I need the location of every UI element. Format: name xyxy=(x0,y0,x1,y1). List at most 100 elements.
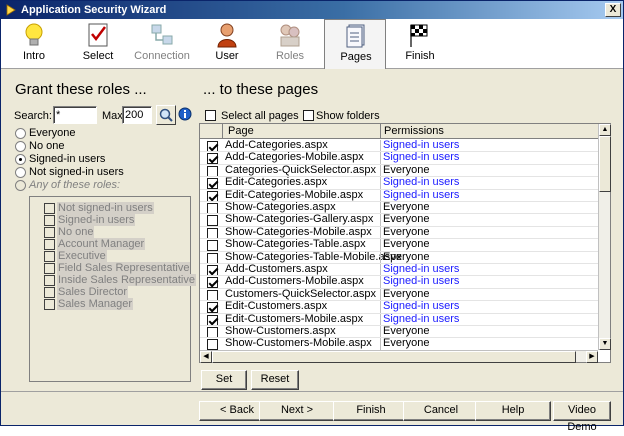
radio-button[interactable] xyxy=(15,167,26,178)
row-checkbox[interactable] xyxy=(207,153,218,165)
page-name-cell: Edit-Customers.aspx xyxy=(225,300,328,313)
row-checkbox[interactable] xyxy=(207,302,218,314)
permissions-cell[interactable]: Signed-in users xyxy=(383,275,459,287)
video-demo-button[interactable]: Video Demo xyxy=(553,401,611,433)
row-checkbox[interactable] xyxy=(207,165,218,177)
permissions-cell[interactable]: Everyone xyxy=(383,201,429,213)
page-name-cell: Show-Customers-Mobile.aspx xyxy=(225,337,372,350)
role-checkbox xyxy=(44,203,55,214)
role-label: Signed-in users xyxy=(57,214,136,226)
radio-button[interactable] xyxy=(15,141,26,152)
row-checkbox[interactable] xyxy=(207,227,218,239)
scroll-down-button[interactable]: ▼ xyxy=(599,338,611,350)
permissions-cell[interactable]: Everyone xyxy=(383,226,429,238)
role-label: Sales Director xyxy=(57,286,129,298)
step-label: User xyxy=(215,50,239,62)
step-label: Pages xyxy=(340,51,372,63)
select-all-checkbox[interactable] xyxy=(205,110,216,121)
role-checkbox xyxy=(44,275,55,286)
scroll-thumb[interactable] xyxy=(599,136,611,192)
role-label: Sales Manager xyxy=(57,298,133,310)
info-icon[interactable] xyxy=(178,107,192,121)
scroll-thumb[interactable] xyxy=(212,351,576,363)
role-label: Inside Sales Representative xyxy=(57,274,196,286)
row-checkbox[interactable] xyxy=(207,265,218,276)
permissions-cell[interactable]: Signed-in users xyxy=(383,300,459,312)
permissions-cell[interactable]: Signed-in users xyxy=(383,176,459,188)
row-checkbox[interactable] xyxy=(207,240,218,252)
column-page[interactable]: Page xyxy=(228,125,254,137)
page-name-cell: Show-Categories-Table-Mobile.aspx xyxy=(225,250,402,263)
row-checkbox[interactable] xyxy=(207,339,218,351)
vertical-scrollbar[interactable]: ▲ ▼ xyxy=(598,124,611,350)
role-checkbox xyxy=(44,215,55,226)
row-checkbox[interactable] xyxy=(207,314,218,326)
row-checkbox[interactable] xyxy=(207,252,218,264)
search-button[interactable] xyxy=(156,105,176,125)
role-checkbox xyxy=(44,239,55,250)
step-intro[interactable]: Intro xyxy=(3,19,65,67)
page-name-cell: Edit-Categories-Mobile.aspx xyxy=(225,188,364,201)
permissions-cell[interactable]: Everyone xyxy=(383,288,429,300)
search-label: Search: xyxy=(14,110,52,122)
permissions-cell[interactable]: Everyone xyxy=(383,238,429,250)
row-checkbox[interactable] xyxy=(207,327,218,338)
row-checkbox[interactable] xyxy=(207,289,218,301)
search-input[interactable] xyxy=(53,106,97,124)
role-checkbox xyxy=(44,263,55,274)
help-button[interactable]: Help xyxy=(475,401,551,421)
next-button[interactable]: Next > xyxy=(259,401,335,421)
permissions-cell[interactable]: Signed-in users xyxy=(383,313,459,325)
scroll-up-button[interactable]: ▲ xyxy=(599,124,611,136)
page-name-cell: Show-Categories.aspx xyxy=(225,201,336,213)
step-user[interactable]: User xyxy=(196,19,258,67)
table-row[interactable]: Show-Customers-Mobile.aspx Everyone xyxy=(200,337,598,351)
step-label: Connection xyxy=(134,50,190,62)
set-button[interactable]: Set xyxy=(201,370,247,390)
row-checkbox[interactable] xyxy=(207,203,218,214)
app-icon xyxy=(6,4,16,16)
step-select[interactable]: Select xyxy=(67,19,129,67)
step-label: Intro xyxy=(22,50,45,62)
page-name-cell: Show-Categories-Gallery.aspx xyxy=(225,213,374,226)
row-checkbox[interactable] xyxy=(207,141,218,152)
permissions-cell[interactable]: Everyone xyxy=(383,164,429,176)
show-folders-label: Show folders xyxy=(316,110,380,122)
horizontal-scrollbar[interactable]: ◀ ▶ xyxy=(200,350,598,363)
finish-button[interactable]: Finish xyxy=(333,401,409,421)
radio-button[interactable] xyxy=(15,128,26,139)
cancel-button[interactable]: Cancel xyxy=(403,401,479,421)
page-name-cell: Edit-Customers-Mobile.aspx xyxy=(225,312,364,325)
permissions-cell[interactable]: Signed-in users xyxy=(383,263,459,275)
row-checkbox[interactable] xyxy=(207,178,218,190)
role-label: Field Sales Representative xyxy=(57,262,191,274)
permissions-cell[interactable]: Everyone xyxy=(383,337,429,349)
column-permissions[interactable]: Permissions xyxy=(384,125,444,137)
row-checkbox[interactable] xyxy=(207,190,218,202)
show-folders-checkbox[interactable] xyxy=(303,110,314,121)
step-finish[interactable]: Finish xyxy=(389,19,451,67)
max-input[interactable] xyxy=(122,106,152,124)
scroll-right-button[interactable]: ▶ xyxy=(586,351,598,363)
radio-button[interactable] xyxy=(15,154,26,165)
permissions-cell[interactable]: Signed-in users xyxy=(383,189,459,201)
close-button[interactable]: X xyxy=(605,3,621,17)
reset-button[interactable]: Reset xyxy=(251,370,299,390)
permissions-cell[interactable]: Signed-in users xyxy=(383,151,459,163)
row-checkbox[interactable] xyxy=(207,277,218,289)
title-bar: Application Security Wizard X xyxy=(1,1,623,19)
grid-options: Select all pages Show folders xyxy=(199,105,611,125)
radio-label: Any of these roles: xyxy=(29,179,121,191)
checkered-flag-icon xyxy=(410,24,428,47)
role-checkbox xyxy=(44,227,55,238)
permissions-cell[interactable]: Everyone xyxy=(383,251,429,263)
checklist-icon xyxy=(88,23,108,47)
permissions-cell[interactable]: Everyone xyxy=(383,213,429,225)
permissions-cell[interactable]: Signed-in users xyxy=(383,139,459,151)
scroll-left-button[interactable]: ◀ xyxy=(200,351,212,363)
page-name-cell: Show-Categories-Mobile.aspx xyxy=(225,225,372,238)
row-checkbox[interactable] xyxy=(207,215,218,227)
permissions-cell[interactable]: Everyone xyxy=(383,325,429,337)
wizard-footer: < Back Next > Finish Cancel Help Video D… xyxy=(1,391,623,433)
step-pages[interactable]: Pages xyxy=(324,19,386,69)
